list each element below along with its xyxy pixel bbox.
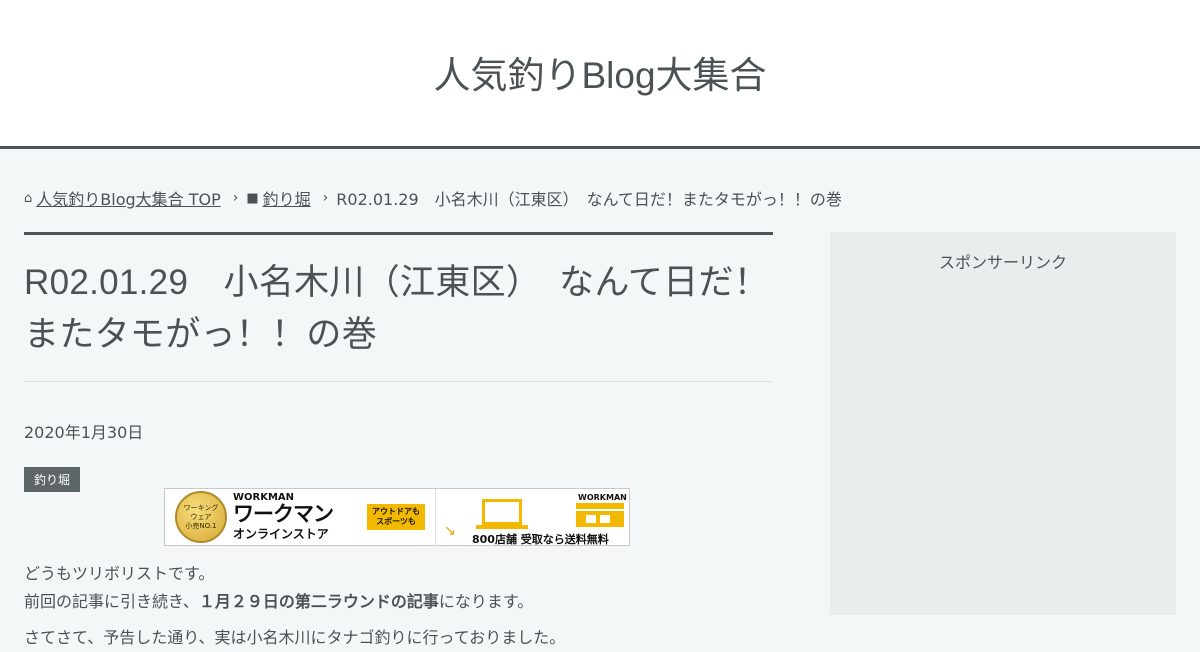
breadcrumb-home-link[interactable]: 人気釣りBlog大集合 TOP (36, 186, 220, 210)
body-line: さてさて、予告した通り、実は小名木川にタナゴ釣りに行っておりました。 (24, 628, 566, 647)
breadcrumb-category-link[interactable]: 釣り堀 (263, 186, 311, 210)
body-line: 前回の記事に引き続き、１月２９日の第二ラウンドの記事になります。 (24, 592, 534, 611)
category-badge[interactable]: 釣り堀 (24, 467, 81, 492)
title-rule (24, 232, 773, 235)
breadcrumb-current: R02.01.29 小名木川（江東区） なんて日だ！またタモがっ！！の巻 (336, 190, 842, 209)
title-divider (24, 381, 773, 382)
banner-brand-block: WORKMAN ワークマン オンラインストア (233, 492, 334, 542)
breadcrumb: ⌂ 人気釣りBlog大集合 TOP › ■ 釣り堀 › R02.01.29 小名… (24, 186, 842, 210)
banner-store-label: オンラインストア (233, 527, 329, 541)
post-date: 2020年1月30日 (24, 423, 144, 442)
laptop-base (476, 525, 528, 529)
workman-ad-banner[interactable]: ワーキング ウェア 小売NO.1 WORKMAN ワークマン オンラインストア … (164, 488, 630, 546)
banner-brand-big: ワークマン (233, 502, 334, 526)
banner-tag: アウトドアも スポーツも (367, 504, 425, 530)
post-title-line2: またタモがっ！！の巻 (24, 315, 378, 354)
medal-badge: ワーキング ウェア 小売NO.1 (175, 491, 227, 543)
post-title: R02.01.29 小名木川（江東区） なんて日だ！ またタモがっ！！の巻 (24, 257, 773, 361)
laptop-icon (482, 499, 522, 525)
chevron-right-icon: › (232, 190, 239, 206)
post-body: どうもツリボリストです。 前回の記事に引き続き、１月２９日の第二ラウンドの記事に… (24, 560, 773, 652)
banner-right-brand: WORKMAN (578, 493, 627, 502)
arrow-icon: ↘ (444, 523, 456, 539)
banner-right-panel: WORKMAN ↘ 800店舗 受取なら送料無料 (435, 489, 629, 545)
site-title[interactable]: 人気釣りBlog大集合 (433, 45, 766, 99)
site-header: 人気釣りBlog大集合 (0, 0, 1200, 149)
sidebar: スポンサーリンク (830, 232, 1176, 615)
banner-right-caption: 800店舗 受取なら送料無料 (472, 533, 609, 546)
article: R02.01.29 小名木川（江東区） なんて日だ！ またタモがっ！！の巻 20… (24, 232, 773, 652)
sponsor-label: スポンサーリンク (938, 253, 1067, 272)
store-icon-roof (576, 503, 624, 509)
chevron-right-icon: › (322, 190, 329, 206)
store-window (586, 515, 596, 523)
store-window (600, 515, 610, 523)
home-icon: ⌂ (24, 190, 33, 206)
post-title-line1: R02.01.29 小名木川（江東区） なんて日だ！ (24, 263, 770, 302)
body-line: どうもツリボリストです。 (24, 564, 215, 583)
folder-icon: ■ (246, 190, 259, 206)
banner-left-panel: ワーキング ウェア 小売NO.1 WORKMAN ワークマン オンラインストア … (165, 489, 435, 545)
